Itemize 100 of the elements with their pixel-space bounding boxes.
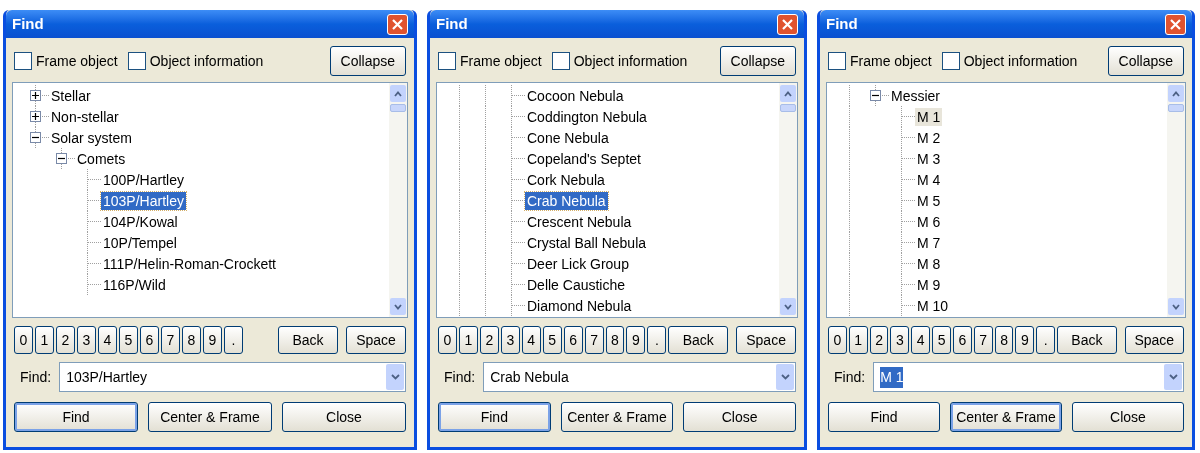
back-button[interactable]: Back: [668, 326, 729, 354]
keypad-key[interactable]: 5: [542, 326, 562, 354]
tree-item[interactable]: M 6: [915, 212, 943, 231]
dropdown-icon[interactable]: [386, 364, 404, 390]
tree-item[interactable]: 10P/Tempel: [101, 233, 179, 252]
keypad-key[interactable]: 2: [56, 326, 75, 354]
collapse-toggle-icon[interactable]: [30, 132, 41, 143]
tree-item[interactable]: Deer Lick Group: [525, 254, 631, 273]
tree-item[interactable]: M 7: [915, 233, 943, 252]
dialog-button[interactable]: Close: [1072, 402, 1184, 432]
tree-item[interactable]: Messier: [889, 86, 942, 105]
keypad-key[interactable]: 8: [182, 326, 201, 354]
collapse-button[interactable]: Collapse: [1107, 46, 1184, 76]
checkbox[interactable]: [438, 52, 456, 70]
dialog-button[interactable]: Close: [683, 402, 796, 432]
tree-item[interactable]: M 4: [915, 170, 943, 189]
checkbox[interactable]: [828, 52, 846, 70]
keypad-key[interactable]: 1: [848, 326, 868, 354]
dropdown-icon[interactable]: [1164, 364, 1182, 390]
tree-item[interactable]: 116P/Wild: [101, 275, 168, 294]
keypad-key[interactable]: 7: [973, 326, 993, 354]
tree-item[interactable]: M 8: [915, 254, 943, 273]
tree-item[interactable]: M 10: [915, 296, 951, 315]
back-button[interactable]: Back: [1057, 326, 1117, 354]
checkbox[interactable]: [551, 52, 570, 70]
keypad-key[interactable]: 0: [438, 326, 457, 354]
checkbox[interactable]: [14, 52, 32, 70]
tree-item[interactable]: 104P/Kowal: [101, 212, 180, 231]
keypad-key[interactable]: 2: [869, 326, 889, 354]
keypad-key[interactable]: 7: [584, 326, 604, 354]
tree-item[interactable]: 111P/Helin-Roman-Crockett: [101, 254, 278, 273]
tree-item[interactable]: M 3: [915, 149, 943, 168]
keypad-key[interactable]: 0: [828, 326, 847, 354]
keypad-key[interactable]: 3: [500, 326, 520, 354]
tree-item[interactable]: Crystal Ball Nebula: [525, 233, 649, 252]
dialog-button[interactable]: Close: [282, 402, 406, 432]
scrollbar[interactable]: [389, 83, 407, 317]
keypad-key[interactable]: 6: [140, 326, 159, 354]
tree-item[interactable]: Diamond Nebula: [525, 296, 634, 315]
keypad-key[interactable]: 9: [203, 326, 222, 354]
tree-item[interactable]: Coddington Nebula: [525, 107, 649, 126]
space-button[interactable]: Space: [736, 326, 796, 354]
keypad-key[interactable]: 7: [161, 326, 180, 354]
space-button[interactable]: Space: [346, 326, 406, 354]
keypad-key[interactable]: 5: [932, 326, 951, 354]
keypad-key[interactable]: 3: [77, 326, 96, 354]
keypad-key[interactable]: 1: [458, 326, 478, 354]
dialog-button[interactable]: Find: [828, 402, 940, 432]
keypad-key[interactable]: 3: [890, 326, 910, 354]
keypad-key[interactable]: 8: [605, 326, 625, 354]
tree-item[interactable]: Copeland's Septet: [525, 149, 643, 168]
keypad-key[interactable]: .: [647, 326, 667, 354]
dropdown-icon[interactable]: [776, 364, 794, 390]
keypad-key[interactable]: 8: [994, 326, 1014, 354]
scrollbar[interactable]: [779, 83, 797, 317]
tree-item[interactable]: Cone Nebula: [525, 128, 611, 147]
expand-toggle-icon[interactable]: [30, 111, 41, 122]
keypad-key[interactable]: 1: [35, 326, 54, 354]
tree-item[interactable]: M 9: [915, 275, 943, 294]
tree-item[interactable]: M 2: [915, 128, 943, 147]
collapse-toggle-icon[interactable]: [870, 90, 881, 101]
tree-item[interactable]: Crab Nebula: [525, 191, 608, 210]
tree-item[interactable]: Solar system: [49, 128, 134, 147]
keypad-key[interactable]: 6: [952, 326, 972, 354]
find-combo-box[interactable]: Crab Nebula: [483, 362, 796, 392]
scroll-up-icon[interactable]: [1168, 85, 1184, 102]
keypad-key[interactable]: 9: [626, 326, 646, 354]
expand-toggle-icon[interactable]: [30, 90, 41, 101]
checkbox[interactable]: [127, 52, 146, 70]
back-button[interactable]: Back: [278, 326, 338, 354]
keypad-key[interactable]: 5: [119, 326, 138, 354]
tree-item[interactable]: Cocoon Nebula: [525, 86, 626, 105]
tree-item[interactable]: M 1: [915, 107, 943, 126]
keypad-key[interactable]: .: [224, 326, 243, 354]
keypad-key[interactable]: .: [1036, 326, 1056, 354]
dialog-button[interactable]: Center & Frame: [148, 402, 272, 432]
scroll-thumb[interactable]: [390, 104, 406, 112]
dialog-button[interactable]: Center & Frame: [560, 402, 674, 432]
scroll-down-icon[interactable]: [780, 298, 796, 315]
tree-item[interactable]: Stellar: [49, 86, 93, 105]
space-button[interactable]: Space: [1124, 326, 1184, 354]
collapse-toggle-icon[interactable]: [56, 153, 67, 164]
scroll-thumb[interactable]: [1168, 104, 1184, 112]
keypad-key[interactable]: 4: [521, 326, 541, 354]
keypad-key[interactable]: 6: [563, 326, 583, 354]
dialog-button[interactable]: Find: [438, 402, 551, 432]
close-icon[interactable]: [387, 13, 408, 35]
scroll-up-icon[interactable]: [390, 85, 406, 102]
tree-item[interactable]: M 5: [915, 191, 943, 210]
tree-item[interactable]: 103P/Hartley: [101, 191, 186, 210]
tree-item[interactable]: Comets: [75, 149, 128, 168]
scroll-down-icon[interactable]: [390, 298, 406, 315]
dialog-button[interactable]: Center & Frame: [950, 402, 1062, 432]
tree-item[interactable]: Non-stellar: [49, 107, 121, 126]
checkbox[interactable]: [941, 52, 960, 70]
keypad-key[interactable]: 4: [98, 326, 117, 354]
scroll-down-icon[interactable]: [1168, 298, 1184, 315]
scrollbar[interactable]: [1167, 83, 1185, 317]
close-icon[interactable]: [1165, 13, 1186, 35]
keypad-key[interactable]: 2: [479, 326, 499, 354]
